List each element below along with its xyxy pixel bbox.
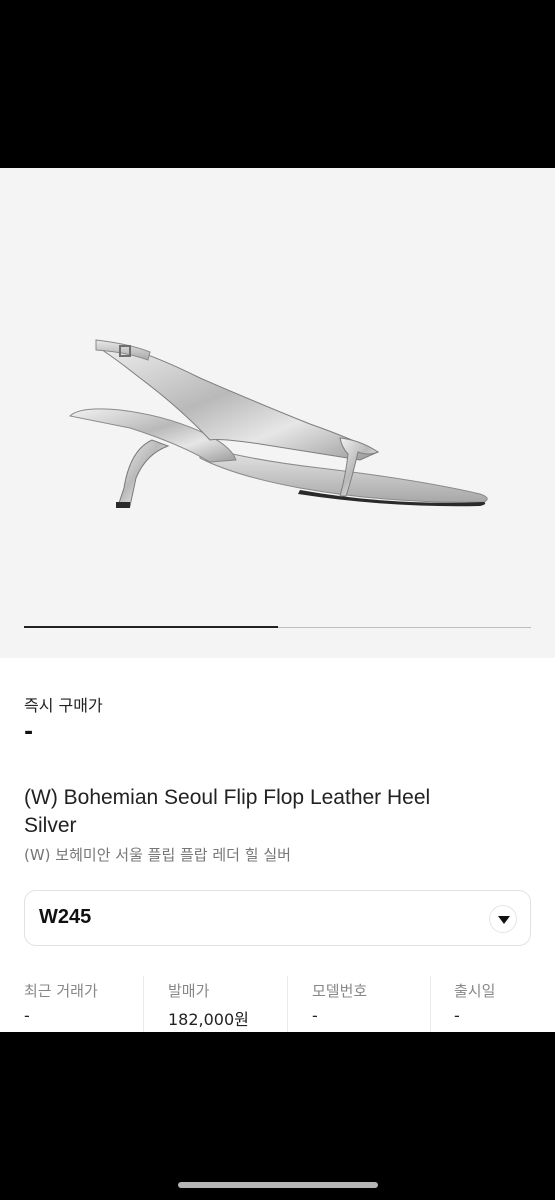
info-label: 발매가 bbox=[168, 982, 210, 1000]
size-select-value: W245 bbox=[39, 906, 92, 928]
size-select-toggle[interactable] bbox=[489, 905, 517, 933]
info-value: - bbox=[312, 1006, 318, 1025]
image-progress-fill bbox=[24, 626, 278, 628]
divider bbox=[430, 976, 431, 1032]
info-label: 모델번호 bbox=[312, 982, 368, 1000]
size-select[interactable]: W245 bbox=[24, 890, 531, 946]
image-progress-bar bbox=[24, 626, 531, 628]
product-info-panel: 즉시 구매가 - (W) Bohemian Seoul Flip Flop Le… bbox=[0, 658, 555, 1032]
info-value: - bbox=[24, 1006, 30, 1025]
info-value: - bbox=[454, 1006, 460, 1025]
top-black-bar bbox=[0, 0, 555, 168]
product-title: (W) Bohemian Seoul Flip Flop Leather Hee… bbox=[24, 786, 431, 837]
product-info-row: 최근 거래가 - 발매가 182,000원 모델번호 - 출시일 - bbox=[0, 976, 555, 1032]
divider bbox=[143, 976, 144, 1032]
product-subtitle: (W) 보헤미안 서울 플립 플랍 레더 힐 실버 bbox=[24, 846, 291, 864]
info-label: 최근 거래가 bbox=[24, 982, 98, 1000]
info-label: 출시일 bbox=[454, 982, 496, 1000]
divider bbox=[287, 976, 288, 1032]
caret-down-icon bbox=[498, 916, 510, 924]
sandal-image-icon bbox=[68, 339, 488, 508]
home-indicator[interactable] bbox=[178, 1182, 378, 1188]
instant-buy-label: 즉시 구매가 bbox=[24, 696, 103, 715]
bottom-black-bar bbox=[0, 1032, 555, 1200]
info-value: 182,000원 bbox=[168, 1010, 249, 1029]
instant-buy-price: - bbox=[24, 720, 34, 745]
product-image[interactable] bbox=[0, 168, 555, 658]
